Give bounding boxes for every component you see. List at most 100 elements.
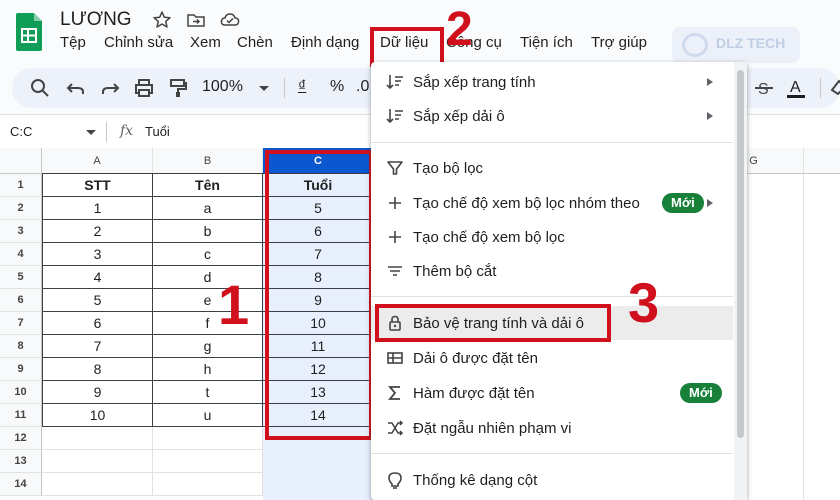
name-box-dropdown-icon[interactable] — [86, 130, 96, 135]
annotation-box-data-menu — [370, 27, 444, 67]
menu-item-label: Tạo chế độ xem bộ lọc — [413, 229, 565, 246]
table-cell-ten[interactable]: h — [153, 358, 263, 381]
table-cell-ten[interactable]: u — [153, 404, 263, 427]
row-header[interactable]: 8 — [0, 335, 42, 358]
row-header[interactable]: 5 — [0, 266, 42, 289]
menu-item-group-filter-view[interactable]: Tạo chế độ xem bộ lọc nhóm theo Mới — [371, 186, 733, 220]
annotation-step-2: 2 — [446, 3, 473, 56]
table-cell-stt[interactable]: 8 — [43, 358, 153, 381]
row-header[interactable]: 10 — [0, 381, 42, 404]
cell[interactable] — [42, 473, 153, 496]
fill-color-icon[interactable] — [826, 76, 840, 100]
menu-insert[interactable]: Chèn — [237, 34, 273, 51]
undo-icon[interactable] — [64, 76, 88, 100]
table-cell-stt[interactable]: 3 — [43, 243, 153, 266]
menu-item-label: Tạo chế độ xem bộ lọc nhóm theo — [413, 195, 640, 212]
currency-format-button[interactable]: ₫ — [298, 78, 306, 96]
row-header[interactable]: 2 — [0, 197, 42, 220]
new-badge: Mới — [662, 193, 704, 213]
table-cell-ten[interactable]: t — [153, 381, 263, 404]
table-cell-ten[interactable]: g — [153, 335, 263, 358]
row-header[interactable]: 4 — [0, 243, 42, 266]
table-cell-stt[interactable]: 9 — [43, 381, 153, 404]
table-cell-stt[interactable]: 1 — [43, 197, 153, 220]
row-header[interactable]: 11 — [0, 404, 42, 427]
row-header[interactable]: 1 — [0, 174, 42, 197]
menu-item-label: Dải ô được đặt tên — [413, 350, 538, 367]
cell[interactable] — [153, 450, 263, 473]
document-title[interactable]: LƯƠNG — [60, 9, 132, 31]
annotation-step-1: 1 — [218, 273, 250, 336]
table-cell-stt[interactable]: 5 — [43, 289, 153, 312]
table-cell-stt[interactable]: 4 — [43, 266, 153, 289]
plus-icon — [389, 231, 401, 243]
table-cell-stt[interactable]: 7 — [43, 335, 153, 358]
redo-icon[interactable] — [98, 76, 122, 100]
name-box[interactable]: C:C — [10, 124, 32, 139]
watermark-logo: DLZ TECH — [672, 27, 800, 63]
watermark-emblem-icon — [682, 33, 708, 57]
header-cell-ten[interactable]: Tên — [153, 174, 263, 197]
formula-input[interactable]: Tuổi — [145, 124, 170, 139]
strikethrough-icon[interactable]: S — [752, 76, 776, 100]
menu-item-column-stats[interactable]: Thống kê dạng cột — [371, 463, 733, 497]
cell[interactable] — [42, 450, 153, 473]
row-header[interactable]: 3 — [0, 220, 42, 243]
text-color-icon[interactable]: A — [784, 76, 808, 100]
submenu-arrow-icon — [707, 112, 713, 120]
row-header[interactable]: 12 — [0, 427, 42, 450]
star-icon[interactable] — [152, 10, 172, 30]
menu-view[interactable]: Xem — [190, 34, 221, 51]
menu-divider — [371, 453, 733, 454]
zoom-select[interactable]: 100% — [202, 78, 243, 96]
column-header-a[interactable]: A — [42, 148, 153, 174]
menu-item-sort-range[interactable]: Sắp xếp dải ô — [371, 99, 733, 133]
table-cell-ten[interactable]: c — [153, 243, 263, 266]
move-folder-icon[interactable] — [186, 10, 206, 30]
row-header[interactable]: 6 — [0, 289, 42, 312]
menu-item-named-functions[interactable]: Hàm được đặt tên Mới — [371, 376, 733, 410]
table-cell-stt[interactable]: 10 — [43, 404, 153, 427]
menu-item-label: Sắp xếp dải ô — [413, 108, 505, 125]
menu-item-named-ranges[interactable]: Dải ô được đặt tên — [371, 341, 733, 375]
menu-item-create-filter-view[interactable]: Tạo chế độ xem bộ lọc — [371, 220, 733, 254]
menu-item-label: Tạo bộ lọc — [413, 160, 484, 177]
paint-format-icon[interactable] — [166, 76, 190, 100]
table-cell-stt[interactable]: 6 — [43, 312, 153, 335]
menu-item-label: Đặt ngẫu nhiên phạm vi — [413, 420, 572, 437]
menu-scrollbar-thumb[interactable] — [737, 70, 744, 438]
row-header[interactable]: 14 — [0, 473, 42, 496]
table-cell-ten[interactable]: b — [153, 220, 263, 243]
menu-edit[interactable]: Chỉnh sửa — [104, 34, 173, 51]
cell[interactable] — [153, 473, 263, 496]
row-header[interactable]: 7 — [0, 312, 42, 335]
cell[interactable] — [42, 427, 153, 450]
menu-item-add-slicer[interactable]: Thêm bộ cắt — [371, 254, 733, 288]
menu-item-sort-sheet[interactable]: Sắp xếp trang tính — [371, 65, 733, 99]
row-header[interactable]: 9 — [0, 358, 42, 381]
print-icon[interactable] — [132, 76, 156, 100]
sheets-logo-icon[interactable] — [14, 12, 44, 52]
menu-extensions[interactable]: Tiện ích — [520, 34, 573, 51]
menu-format[interactable]: Định dạng — [291, 34, 359, 51]
menu-help[interactable]: Trợ giúp — [591, 34, 647, 51]
zoom-dropdown-icon[interactable] — [252, 76, 276, 100]
menu-item-randomize-range[interactable]: Đặt ngẫu nhiên phạm vi — [371, 411, 733, 445]
cell[interactable] — [153, 427, 263, 450]
percent-format-button[interactable]: % — [330, 78, 344, 96]
search-menus-icon[interactable] — [28, 76, 52, 100]
table-cell-stt[interactable]: 2 — [43, 220, 153, 243]
column-header-h[interactable] — [804, 148, 840, 174]
menu-file[interactable]: Tệp — [60, 34, 86, 51]
decrease-decimal-button[interactable]: .0 — [356, 78, 369, 96]
filter-icon — [387, 161, 403, 175]
table-cell-ten[interactable]: a — [153, 197, 263, 220]
select-all-corner[interactable] — [0, 148, 42, 174]
grid-line — [803, 174, 804, 500]
column-header-b[interactable]: B — [153, 148, 263, 174]
menu-item-create-filter[interactable]: Tạo bộ lọc — [371, 151, 733, 185]
cloud-saved-icon[interactable] — [220, 10, 240, 30]
header-cell-stt[interactable]: STT — [43, 174, 153, 197]
row-header[interactable]: 13 — [0, 450, 42, 473]
formula-separator — [106, 122, 107, 142]
